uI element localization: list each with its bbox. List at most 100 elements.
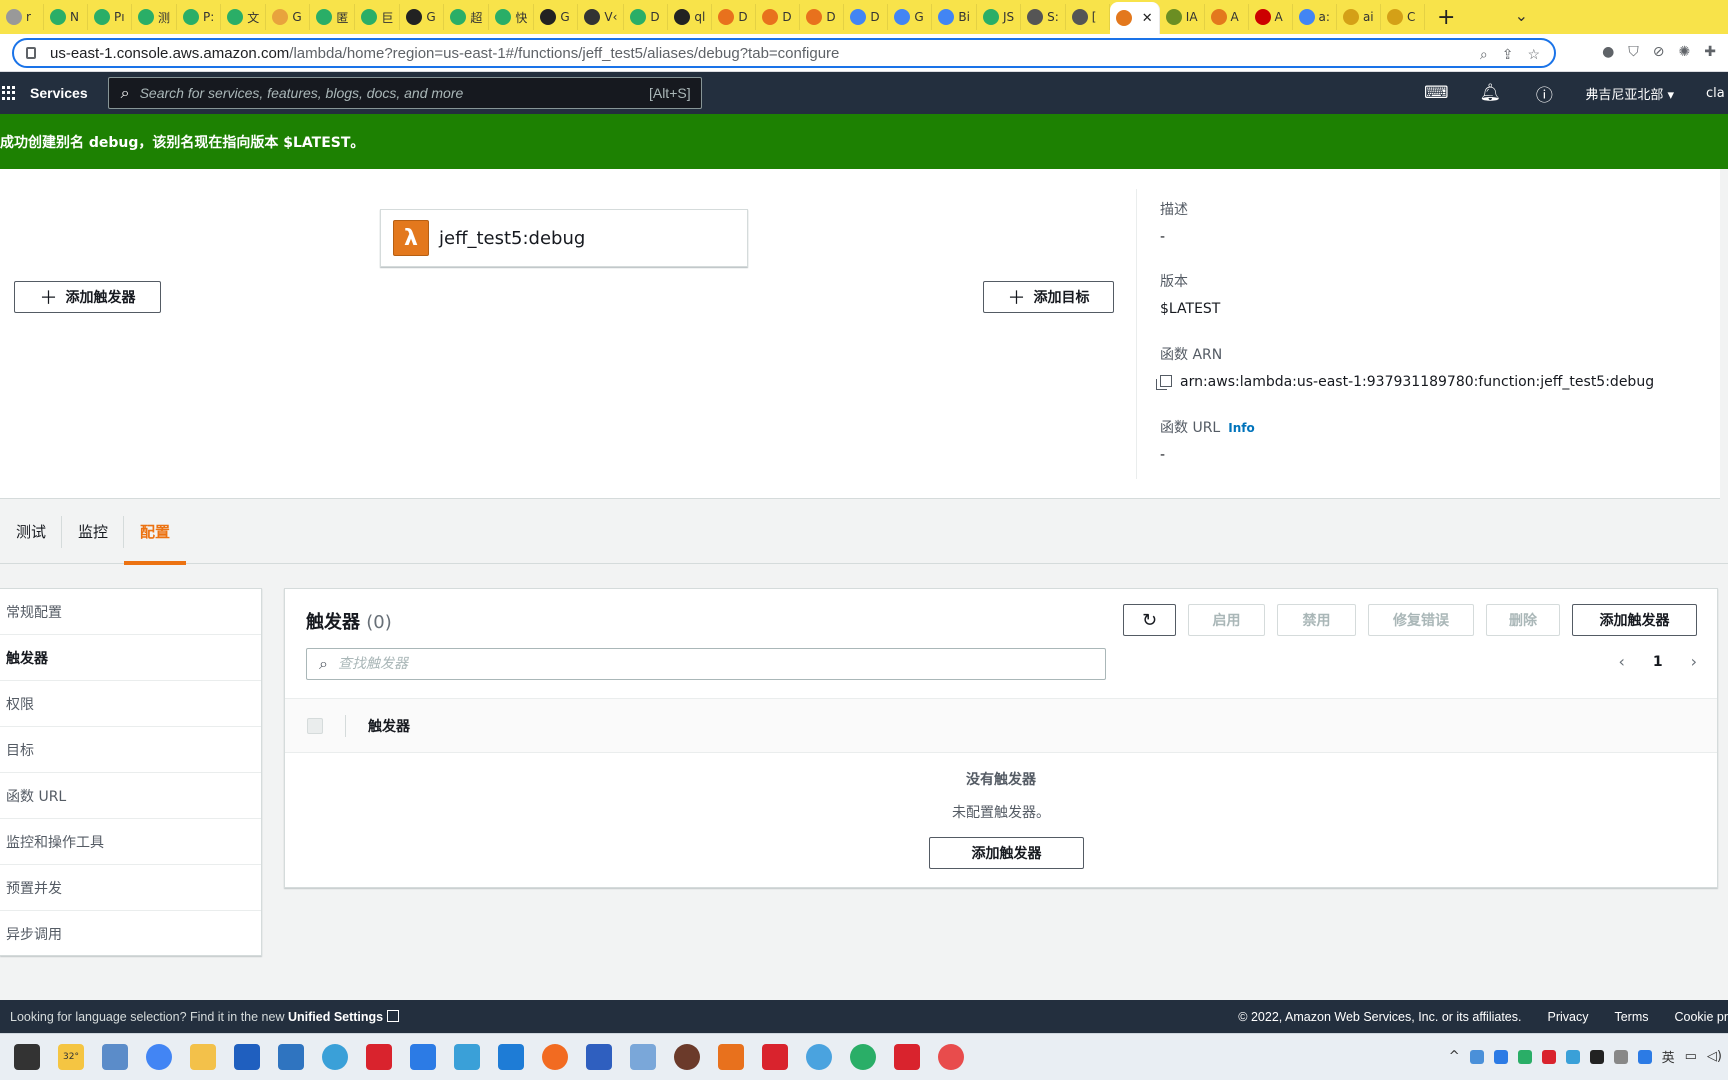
ubuntu-icon[interactable]	[718, 1044, 744, 1070]
tray-expand-icon[interactable]: ^	[1449, 1049, 1460, 1064]
browser-tab[interactable]: 超	[444, 4, 490, 30]
chrome-icon[interactable]	[146, 1044, 172, 1070]
unified-settings-link[interactable]: Unified Settings	[288, 1010, 383, 1024]
region-selector[interactable]: 弗吉尼亚北部 ▾	[1585, 84, 1674, 103]
wechat-icon[interactable]	[850, 1044, 876, 1070]
browser-tab[interactable]: V‹	[578, 4, 625, 30]
add-destination-button[interactable]: ＋ 添加目标	[983, 281, 1114, 313]
zoom-icon[interactable]: ⌕	[1480, 46, 1488, 63]
next-page-icon[interactable]: ›	[1691, 652, 1697, 671]
browser-tab[interactable]: P:	[177, 4, 222, 30]
browser-tab[interactable]: IA	[1160, 4, 1205, 30]
file-explorer-icon[interactable]	[190, 1044, 216, 1070]
prev-page-icon[interactable]: ‹	[1618, 652, 1624, 671]
browser-tab[interactable]: D	[756, 4, 801, 30]
empty-add-trigger-button[interactable]: 添加触发器	[929, 837, 1084, 869]
block-icon[interactable]: ⊘	[1653, 44, 1665, 60]
tray-app-icon[interactable]	[1541, 1049, 1556, 1064]
wps-icon[interactable]	[762, 1044, 788, 1070]
tab-test[interactable]: 测试	[0, 500, 63, 564]
browser-tab[interactable]: C	[1381, 4, 1425, 30]
close-tab-icon[interactable]: ✕	[1142, 11, 1153, 26]
tab-monitor[interactable]: 监控	[62, 500, 125, 564]
tab-configuration[interactable]: 配置	[124, 500, 187, 565]
page-number[interactable]: 1	[1653, 654, 1663, 670]
browser-tab[interactable]: 测	[132, 4, 178, 30]
extension-circle-icon[interactable]: ●	[1602, 44, 1614, 60]
browser-tab[interactable]: ql	[668, 4, 713, 30]
sidenav-item-general[interactable]: 常规配置	[0, 589, 261, 635]
browser-tab[interactable]: A	[1205, 4, 1249, 30]
tray-wechat-icon[interactable]	[1517, 1049, 1532, 1064]
sidenav-item-async-invocation[interactable]: 异步调用	[0, 911, 261, 957]
browser-tab[interactable]: G	[266, 4, 311, 30]
enable-button[interactable]: 启用	[1188, 604, 1265, 636]
notifications-bell-icon[interactable]: 🔔︎	[1463, 83, 1517, 103]
url-omnibox[interactable]: us-east-1.console.aws.amazon.com/lambda/…	[12, 38, 1556, 68]
gear-extension-icon[interactable]: ✺	[1679, 44, 1691, 60]
column-header-trigger[interactable]: 触发器	[368, 716, 410, 736]
browser-tab[interactable]: D	[800, 4, 845, 30]
network-icon[interactable]: ▭	[1685, 1049, 1697, 1064]
trigger-filter-input[interactable]	[337, 656, 1038, 672]
browser-tab[interactable]: G	[400, 4, 445, 30]
add-trigger-button[interactable]: 添加触发器	[1572, 604, 1697, 636]
browser-tab[interactable]: JS	[977, 4, 1022, 30]
share-icon[interactable]: ⇪	[1502, 46, 1514, 63]
browser-tab[interactable]: a:	[1293, 4, 1337, 30]
app-circle-icon[interactable]	[806, 1044, 832, 1070]
volume-icon[interactable]: ◁)	[1707, 1049, 1722, 1064]
delete-button[interactable]: 删除	[1486, 604, 1560, 636]
fix-errors-button[interactable]: 修复错误	[1368, 604, 1474, 636]
browser-tab[interactable]: D	[844, 4, 889, 30]
browser-tab[interactable]: ai	[1337, 4, 1381, 30]
sidenav-item-triggers[interactable]: 触发器	[0, 635, 261, 681]
help-icon[interactable]: ⓘ	[1517, 81, 1571, 106]
shield-icon[interactable]: ⛉	[1628, 44, 1639, 60]
add-trigger-button[interactable]: ＋ 添加触发器	[14, 281, 161, 313]
select-all-checkbox[interactable]	[307, 717, 323, 734]
disable-button[interactable]: 禁用	[1277, 604, 1356, 636]
app-icon[interactable]	[234, 1044, 260, 1070]
services-menu[interactable]: Services	[30, 85, 88, 101]
browser-tab[interactable]: D	[624, 4, 669, 30]
browser-tab[interactable]: G	[534, 4, 579, 30]
browser-tab[interactable]: [	[1066, 4, 1110, 30]
tray-app-icon[interactable]	[1613, 1049, 1628, 1064]
tray-app-icon[interactable]	[1469, 1049, 1484, 1064]
browser-tab[interactable]: 巨	[355, 4, 401, 30]
account-menu[interactable]: cla	[1706, 86, 1728, 101]
aws-search-box[interactable]: ⌕ [Alt+S]	[107, 77, 702, 109]
cloud-icon[interactable]	[630, 1044, 656, 1070]
sidenav-item-function-url[interactable]: 函数 URL	[0, 773, 261, 819]
privacy-link[interactable]: Privacy	[1547, 1010, 1588, 1024]
function-url-info-link[interactable]: Info	[1228, 421, 1254, 435]
sidenav-item-monitoring-tools[interactable]: 监控和操作工具	[0, 819, 261, 865]
taskmgr-icon[interactable]	[102, 1044, 128, 1070]
weather-icon[interactable]: 32°	[58, 1044, 84, 1070]
git-icon[interactable]	[894, 1044, 920, 1070]
refresh-button[interactable]: ↻	[1123, 604, 1176, 636]
services-grid-icon[interactable]	[2, 86, 16, 100]
browser-tab[interactable]: D	[712, 4, 757, 30]
browser-tab[interactable]: G	[888, 4, 933, 30]
bookmark-star-icon[interactable]: ☆	[1527, 46, 1540, 63]
function-card[interactable]: λ jeff_test5:debug	[380, 209, 748, 267]
browser-tab-active[interactable]: ✕	[1109, 2, 1160, 34]
copy-icon[interactable]	[1156, 375, 1172, 390]
sidenav-item-destinations[interactable]: 目标	[0, 727, 261, 773]
sidenav-item-permissions[interactable]: 权限	[0, 681, 261, 727]
browser-tab[interactable]: 文	[221, 4, 267, 30]
app-check-icon[interactable]	[454, 1044, 480, 1070]
tray-app-icon[interactable]	[1565, 1049, 1580, 1064]
trigger-filter[interactable]: ⌕	[306, 648, 1106, 680]
browser-tab[interactable]: N	[44, 4, 88, 30]
browser-tab[interactable]: Bi	[932, 4, 977, 30]
cookie-link[interactable]: Cookie pr	[1675, 1010, 1728, 1024]
aws-search-input[interactable]	[139, 85, 600, 101]
sidenav-item-provisioned-concurrency[interactable]: 预置并发	[0, 865, 261, 911]
new-tab-icon[interactable]: +	[1425, 5, 1467, 30]
browser-tab[interactable]: Pı	[88, 4, 132, 30]
postman-icon[interactable]	[542, 1044, 568, 1070]
recorder-icon[interactable]	[938, 1044, 964, 1070]
